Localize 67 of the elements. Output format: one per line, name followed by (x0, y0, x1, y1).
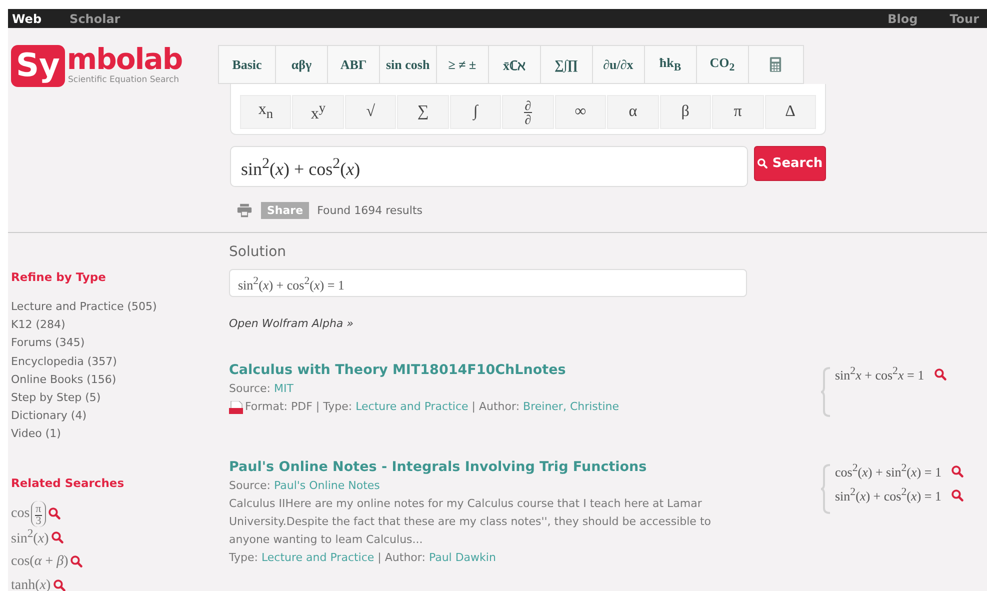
logo-text: mbolab (66, 45, 182, 74)
filter-link[interactable]: Video (1) (11, 425, 229, 444)
result-meta: Format: PDF | Type: Lecture and Practice | Author: Breiner, Christine (245, 399, 620, 415)
search-icon (934, 368, 948, 380)
calculator-tab[interactable] (748, 45, 804, 84)
section-heading: Related Searches (11, 476, 126, 490)
symbol-key[interactable]: ∞ (554, 95, 606, 129)
keyboard-tab[interactable]: CO$_{2}$ (696, 45, 748, 84)
keyboard-tab[interactable]: ħk$_{B}$ (644, 45, 696, 84)
keyboard-tab[interactable]: x̄ℂℵ (488, 45, 540, 84)
search-field[interactable]: sin$^{2}$(x) + cos$^{2}$(x) (230, 146, 748, 187)
search-button[interactable]: Search (754, 146, 826, 181)
search-icon (951, 464, 964, 478)
meta-value: PDF (290, 400, 312, 413)
related-formula[interactable]: sin$^{2}$(x) (11, 527, 49, 548)
filter-link[interactable]: Dictionary (4) (11, 407, 229, 426)
symbol-key[interactable]: ∫ (450, 95, 502, 129)
search-icon (951, 488, 964, 502)
calculator-icon (769, 56, 782, 73)
symbol-key[interactable]: ∂ ∂ (502, 95, 554, 129)
result-source: Source: MIT (229, 381, 294, 397)
search-icon (52, 579, 66, 591)
results-count: Found 1694 results (317, 204, 422, 217)
search-icon (757, 158, 768, 169)
symbol-key[interactable]: x$^{y}$ (292, 95, 344, 129)
filter-link[interactable]: Online Books (156) (11, 370, 229, 390)
filter-link[interactable]: Forums (345) (11, 334, 229, 353)
matched-formula[interactable]: cos$^{2}$(x) + sin$^{2}$(x) = 1 (835, 462, 942, 480)
symbol-key[interactable]: ∑ (397, 95, 449, 129)
symbol-key[interactable]: π (712, 95, 764, 129)
keyboard-tab[interactable]: ∑∫∏ (540, 45, 592, 84)
result-meta: Type: Lecture and Practice | Author: Paul Dawkin (229, 550, 496, 566)
symbol-key[interactable]: x$_{n}$ (240, 95, 292, 129)
section-heading: Refine by Type (11, 270, 107, 284)
logo-badge: Sy (11, 45, 65, 87)
keyboard-tab[interactable]: αβγ (275, 45, 327, 84)
result-snippet: Calculus IIHere are my online notes for my Calculus course that I teach here at Lamar University.Despite the fact that these are my class notes'', they should be accessible to anyone wanting to leam Calculus... (229, 496, 712, 548)
nav-link[interactable]: Tour (950, 12, 979, 26)
matched-formula[interactable]: sin$^{2}$(x) + cos$^{2}$(x) = 1 (835, 486, 942, 504)
result-source: Source: Paul's Online Notes (229, 478, 381, 494)
keyboard-tab[interactable]: Basic (218, 45, 275, 84)
print-icon (236, 203, 253, 218)
filter-link[interactable]: Step by Step (5) (11, 389, 229, 408)
solution-heading: Solution (229, 244, 288, 260)
pdf-icon (229, 400, 243, 414)
nav-link[interactable]: Blog (888, 12, 918, 26)
filter-link[interactable]: K12 (284) (11, 316, 229, 334)
keyboard-tab[interactable]: ΑΒΓ (327, 45, 379, 84)
wolfram-link[interactable]: Open Wolfram Alpha » (229, 317, 354, 330)
logo-tagline: Scientific Equation Search (68, 75, 180, 85)
filter-link[interactable]: Lecture and Practice (505) (11, 298, 229, 316)
nav-link[interactable]: Web (12, 12, 42, 26)
keyboard-tab[interactable]: sin cosh (379, 45, 436, 84)
filter-link[interactable]: Encyclopedia (357) (11, 352, 229, 371)
symbol-key[interactable]: Δ (764, 95, 816, 129)
symbol-key[interactable]: α (607, 95, 659, 129)
search-icon (70, 555, 84, 568)
nav-link[interactable]: Scholar (70, 12, 120, 26)
search-icon (50, 531, 64, 544)
symbol-key[interactable]: β (660, 95, 712, 129)
search-icon (48, 507, 62, 520)
keyboard-tab[interactable]: ∂u/∂x (592, 45, 644, 84)
solution-formula: sin$^{2}$(x) + cos$^{2}$(x) = 1 (229, 269, 747, 297)
related-formula[interactable]: cos(α + β) (11, 554, 68, 570)
matched-formula[interactable]: sin$^{2}$x + cos$^{2}$x = 1 (835, 364, 924, 384)
symbol-key[interactable]: √ (344, 95, 396, 129)
keyboard-tab[interactable]: ≥ ≠ ± (436, 45, 488, 84)
